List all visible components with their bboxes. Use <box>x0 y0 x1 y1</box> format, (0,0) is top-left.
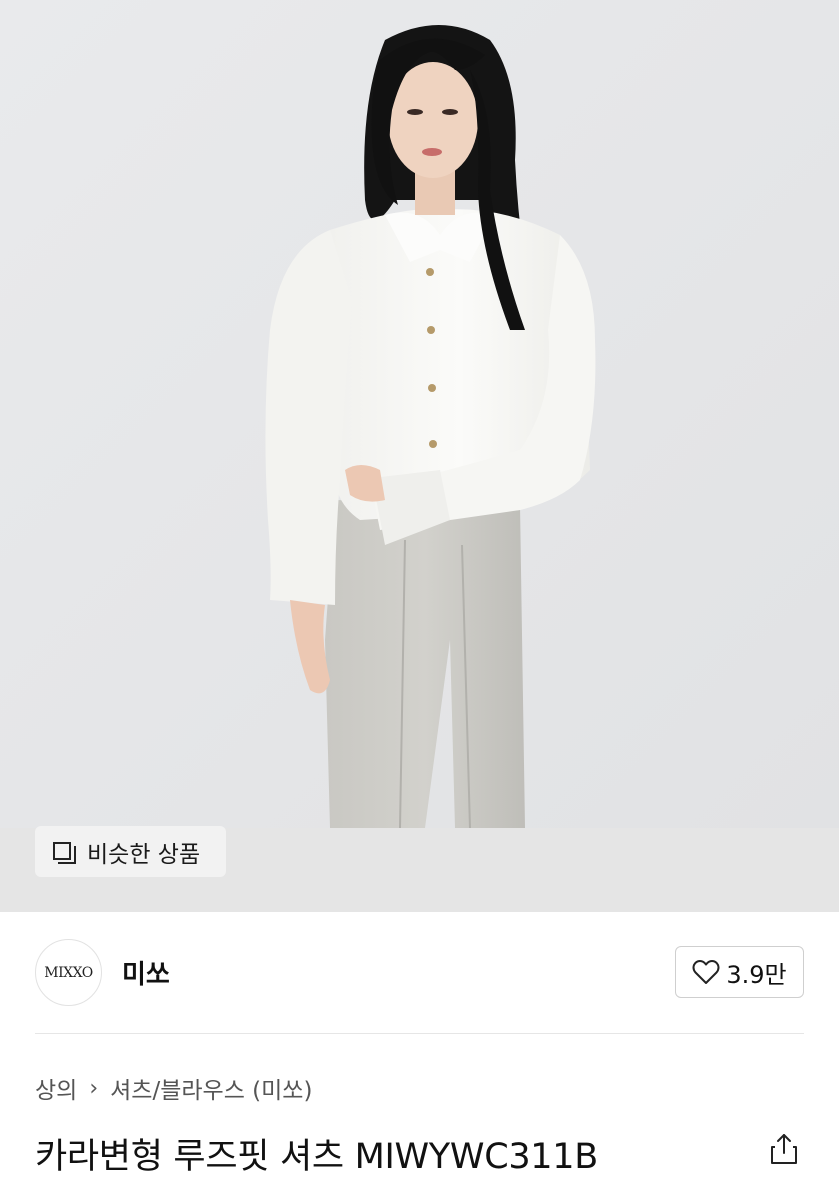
product-title-row: 카라변형 루즈핏 셔츠 MIWYWC311B <box>35 1124 804 1184</box>
product-image-area: 비슷한 상품 <box>0 0 839 912</box>
breadcrumb: 상의 › 셔츠/블라우스 (미쏘) <box>35 1071 312 1105</box>
chevron-right-icon: › <box>89 1075 99 1101</box>
duplicate-icon <box>51 840 77 864</box>
model-photo <box>0 0 839 828</box>
product-photo[interactable] <box>0 0 839 828</box>
similar-products-label: 비슷한 상품 <box>87 841 201 868</box>
like-count: 3.9만 <box>726 960 787 989</box>
breadcrumb-item-subcategory[interactable]: 셔츠/블라우스 (미쏘) <box>110 1071 312 1105</box>
brand-name[interactable]: 미쏘 <box>122 954 170 991</box>
similar-products-button[interactable]: 비슷한 상품 <box>35 826 226 877</box>
product-title: 카라변형 루즈핏 셔츠 MIWYWC311B <box>35 1137 598 1177</box>
brand-logo[interactable]: MIXXO <box>35 939 102 1006</box>
divider <box>35 1033 804 1034</box>
heart-outline-icon <box>692 960 720 984</box>
breadcrumb-item-category[interactable]: 상의 <box>35 1071 77 1105</box>
share-icon[interactable] <box>768 1132 800 1166</box>
brand-logo-text: MIXXO <box>44 964 93 981</box>
like-button[interactable]: 3.9만 <box>675 946 804 998</box>
